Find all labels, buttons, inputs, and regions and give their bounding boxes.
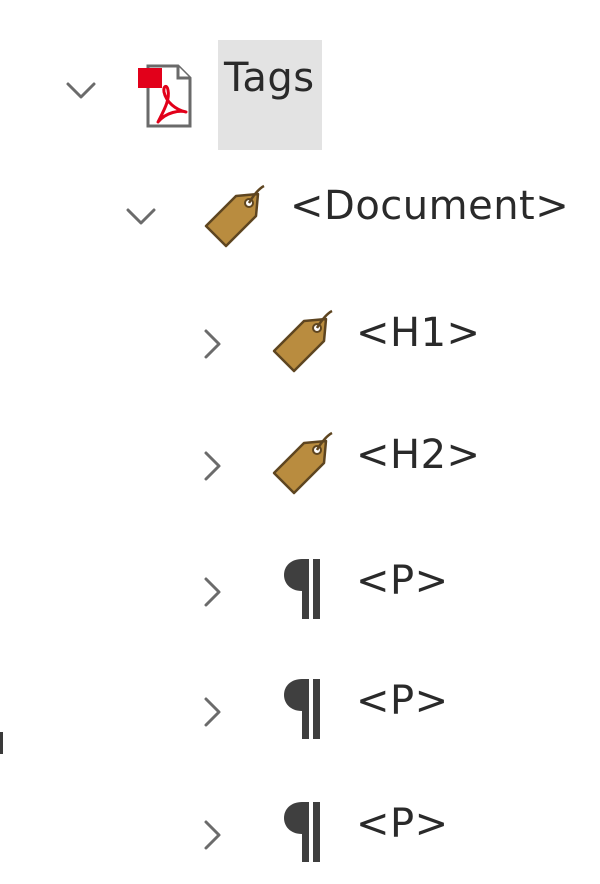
tree-node-label: Tags — [224, 55, 315, 101]
tag-icon — [266, 427, 338, 495]
chevron-right-icon[interactable] — [196, 575, 230, 609]
tree-node-h2[interactable]: <H2> — [0, 405, 600, 515]
tree-node-label: <P> — [356, 801, 449, 847]
pdf-document-icon — [136, 60, 198, 130]
tree-node-document[interactable]: <Document> — [0, 160, 600, 270]
paragraph-icon — [282, 798, 322, 864]
tree-node-p[interactable]: <P> — [0, 535, 600, 645]
tree-node-tags-root[interactable]: Tags — [0, 40, 600, 150]
chevron-down-icon[interactable] — [124, 200, 158, 234]
chevron-down-icon[interactable] — [64, 74, 98, 108]
tree-node-p[interactable]: <P> — [0, 772, 600, 882]
tags-tree: Tags <Document> <H1> <H2> <P> <P> <P> — [0, 0, 600, 884]
tag-icon — [266, 305, 338, 373]
tree-node-h1[interactable]: <H1> — [0, 283, 600, 393]
tree-node-label: <H1> — [356, 310, 481, 356]
tree-node-p[interactable]: <P> — [0, 655, 600, 765]
chevron-right-icon[interactable] — [196, 327, 230, 361]
tree-node-label: <P> — [356, 558, 449, 604]
tag-icon — [198, 180, 270, 248]
chevron-right-icon[interactable] — [196, 695, 230, 729]
tree-node-label: <Document> — [290, 183, 570, 229]
paragraph-icon — [282, 555, 322, 621]
chevron-right-icon[interactable] — [196, 449, 230, 483]
tree-node-label: <H2> — [356, 432, 481, 478]
chevron-right-icon[interactable] — [196, 818, 230, 852]
paragraph-icon — [282, 675, 322, 741]
tree-node-label: <P> — [356, 678, 449, 724]
